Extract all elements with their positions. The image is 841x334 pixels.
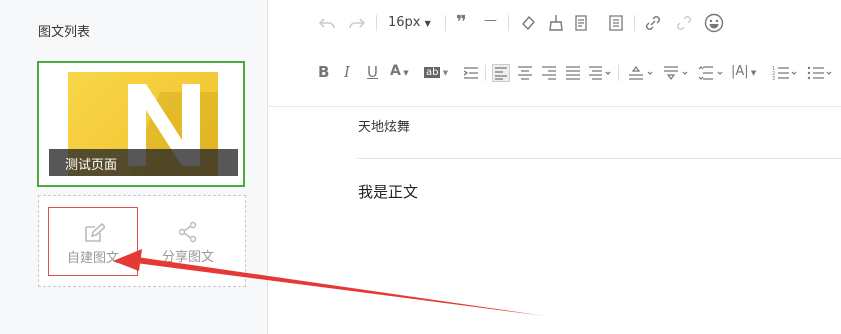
align-right-icon[interactable] bbox=[541, 65, 557, 81]
unlink-icon[interactable] bbox=[675, 14, 693, 32]
redo-icon[interactable] bbox=[349, 15, 365, 31]
align-center-icon[interactable] bbox=[517, 65, 533, 81]
svg-text:3: 3 bbox=[772, 76, 775, 81]
undo-icon[interactable] bbox=[319, 15, 335, 31]
blockquote-icon[interactable]: ❞ bbox=[456, 12, 467, 33]
paragraph-after-icon[interactable] bbox=[663, 65, 689, 81]
sidebar-title: 图文列表 bbox=[38, 25, 91, 40]
highlight-label: ab bbox=[424, 67, 441, 78]
emoji-icon[interactable] bbox=[704, 13, 724, 33]
font-color-button[interactable]: A ▼ bbox=[390, 63, 409, 79]
font-size-select[interactable]: 16px ▼ bbox=[388, 15, 431, 30]
article-caption: 测试页面 bbox=[49, 149, 238, 176]
link-icon[interactable] bbox=[644, 14, 662, 32]
highlight-button[interactable]: ab ▼ bbox=[424, 64, 448, 79]
unordered-list-icon[interactable] bbox=[807, 65, 833, 81]
article-subtitle[interactable]: 天地炫舞 bbox=[358, 116, 410, 135]
align-justify-icon[interactable] bbox=[565, 65, 581, 81]
align-left-icon[interactable] bbox=[492, 64, 510, 82]
article-caption-text: 测试页面 bbox=[65, 158, 118, 173]
document-icon[interactable] bbox=[608, 14, 624, 32]
line-spacing-icon[interactable] bbox=[588, 65, 612, 81]
letter-spacing-icon[interactable]: |A| ▼ bbox=[731, 64, 756, 79]
article-body-text[interactable]: 我是正文 bbox=[358, 181, 418, 202]
share-icon bbox=[178, 221, 197, 243]
insert-page-icon[interactable] bbox=[574, 14, 590, 32]
article-card[interactable]: 测试页面 bbox=[37, 61, 245, 187]
edit-icon bbox=[85, 222, 105, 242]
horizontal-rule-icon[interactable]: — bbox=[484, 13, 497, 28]
ordered-list-icon[interactable]: 123 bbox=[772, 65, 798, 81]
underline-button[interactable]: U bbox=[367, 63, 378, 81]
content-divider bbox=[357, 158, 841, 159]
paragraph-before-icon[interactable] bbox=[628, 65, 654, 81]
bold-button[interactable]: B bbox=[318, 63, 329, 81]
create-article-label: 自建图文 bbox=[66, 251, 119, 266]
font-size-value: 16px bbox=[388, 15, 421, 30]
create-article-button[interactable]: 自建图文 bbox=[48, 207, 138, 276]
row-spacing-icon[interactable] bbox=[698, 65, 724, 81]
share-article-button[interactable]: 分享图文 bbox=[143, 207, 233, 276]
eraser-icon[interactable] bbox=[520, 14, 536, 32]
font-color-label: A bbox=[390, 63, 401, 79]
image-text-sidebar: 图文列表 测试页面 自建图文 分享图文 bbox=[0, 0, 268, 334]
brush-icon[interactable] bbox=[548, 14, 564, 32]
share-article-label: 分享图文 bbox=[161, 250, 214, 265]
indent-icon[interactable] bbox=[463, 66, 479, 80]
add-area: 自建图文 分享图文 bbox=[38, 195, 246, 287]
editor-toolbar-top: 16px ▼ ❞ — bbox=[268, 0, 841, 48]
italic-button[interactable]: I bbox=[344, 63, 350, 81]
editor-toolbar-format: B I U A ▼ ab ▼ |A| ▼ 123 bbox=[268, 48, 841, 107]
